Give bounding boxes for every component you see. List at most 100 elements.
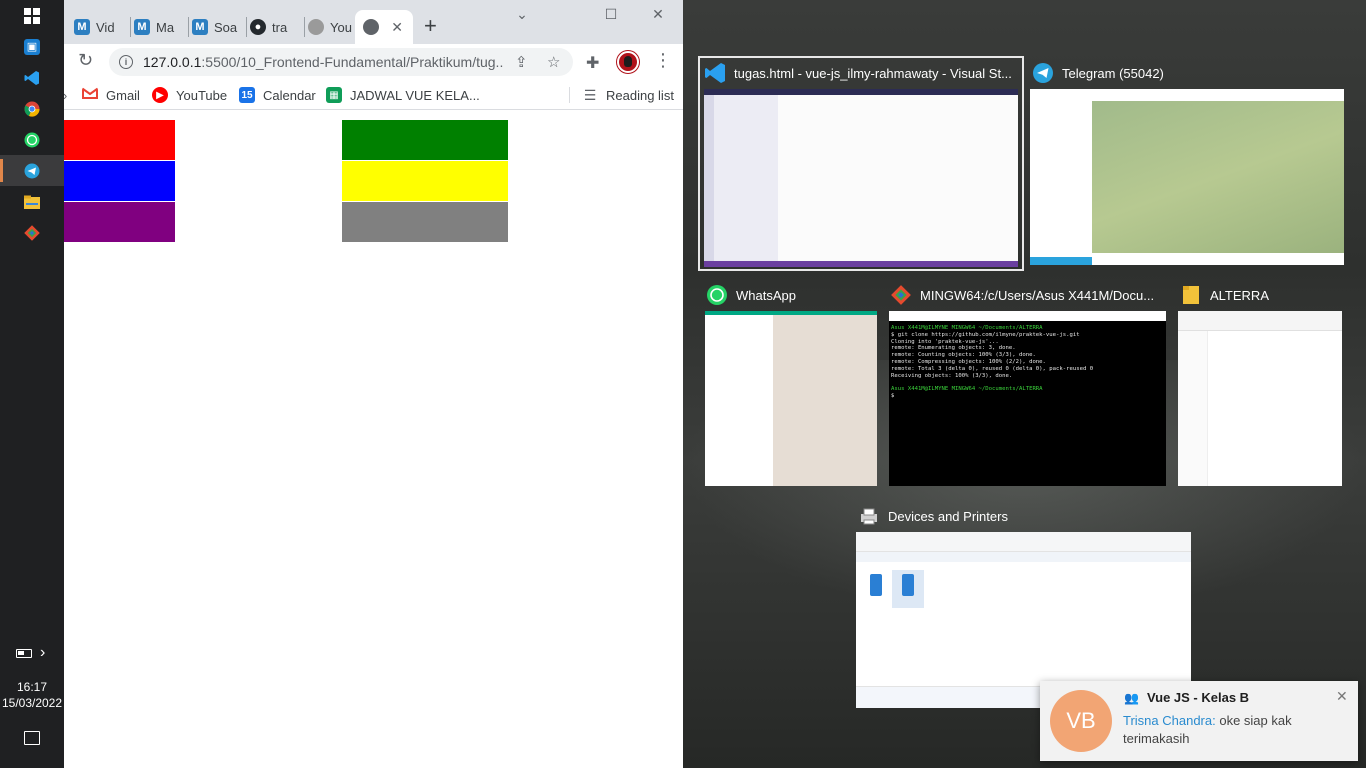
- globe-icon: [363, 19, 379, 35]
- bookmark-calendar[interactable]: 15 Calendar: [239, 85, 316, 105]
- clock-time: 16:17: [16, 680, 48, 694]
- bookmark-label: Gmail: [106, 87, 140, 103]
- clock-date: 15/03/2022: [1, 696, 63, 710]
- chevron-right-icon[interactable]: ›: [40, 644, 45, 662]
- address-bar[interactable]: i 127.0.0.1:5500/10_Frontend-Fundamental…: [109, 48, 573, 76]
- chrome-window: M Vid M Ma M Soa ● tra You ✕ + ⌄ ☐ ✕ ↻ i…: [64, 0, 683, 768]
- sheets-icon: ▦: [326, 87, 342, 103]
- tab-separator: [130, 17, 131, 37]
- windows-icon: [24, 7, 40, 24]
- url-path: :5500/10_Frontend-Fundamental/Praktikum/…: [201, 54, 503, 70]
- maximize-button[interactable]: ☐: [588, 6, 634, 23]
- bookmark-jadwal[interactable]: ▦ JADWAL VUE KELA...: [326, 85, 480, 105]
- taskbar-git[interactable]: [0, 217, 64, 248]
- url-text[interactable]: 127.0.0.1:5500/10_Frontend-Fundamental/P…: [143, 54, 503, 70]
- contact-card-icon: ▣: [24, 38, 40, 55]
- tab-vid[interactable]: M Vid: [74, 10, 126, 44]
- task-view-title-alterra: ALTERRA: [1180, 283, 1342, 307]
- reading-list[interactable]: ☰ Reading list: [582, 85, 674, 105]
- task-view-title-whatsapp: WhatsApp: [706, 283, 878, 307]
- window-title: MINGW64:/c/Users/Asus X441M/Docu...: [920, 287, 1155, 303]
- notification-body: Trisna Chandra: oke siap kak terimakasih: [1123, 712, 1333, 748]
- tab-soa[interactable]: M Soa: [192, 10, 246, 44]
- tab-label: tra: [272, 19, 288, 35]
- folder-icon: [24, 195, 40, 209]
- browser-toolbar: ↻ i 127.0.0.1:5500/10_Frontend-Fundament…: [64, 44, 683, 80]
- taskbar: ▣ › 16:17 15/03/2022: [0, 0, 64, 768]
- taskbar-telegram[interactable]: [0, 155, 64, 186]
- terminal-line: Asus X441M@ILMYNE MINGW64 ~/Documents/AL…: [891, 325, 1043, 331]
- bookmark-youtube[interactable]: ▶ YouTube: [152, 85, 227, 105]
- bookmark-label: JADWAL VUE KELA...: [350, 87, 480, 103]
- git-bash-icon: [891, 285, 911, 305]
- profile-avatar[interactable]: [617, 51, 639, 73]
- whatsapp-icon: [707, 285, 727, 305]
- page-viewport: [64, 111, 683, 768]
- chrome-icon: [24, 101, 40, 117]
- bookmark-separator: [569, 87, 570, 103]
- taskbar-file-explorer[interactable]: [0, 186, 64, 217]
- notification-sender: Trisna Chandra:: [1123, 713, 1216, 728]
- tab-separator: [304, 17, 305, 37]
- color-box-yellow: [342, 161, 508, 201]
- github-icon: ●: [250, 19, 266, 35]
- close-icon[interactable]: ✕: [1336, 688, 1348, 705]
- bookmarks-bar: » Gmail ▶ YouTube 15 Calendar ▦ JADWAL V…: [64, 80, 683, 110]
- tab-you[interactable]: You: [308, 10, 356, 44]
- task-view-title-git-bash: MINGW64:/c/Users/Asus X441M/Docu...: [890, 283, 1166, 307]
- window-title: Telegram (55042): [1062, 65, 1164, 81]
- taskbar-contacts-app[interactable]: ▣: [0, 31, 64, 62]
- telegram-icon: [24, 163, 40, 178]
- menu-icon[interactable]: ⋮: [654, 51, 672, 69]
- terminal-output: Asus X441M@ILMYNE MINGW64 ~/Documents/AL…: [891, 325, 1164, 400]
- url-host: 127.0.0.1: [143, 54, 202, 70]
- thumbnail-whatsapp[interactable]: [705, 311, 877, 486]
- tab-github[interactable]: ● tra: [250, 10, 302, 44]
- terminal-line: Asus X441M@ILMYNE MINGW64 ~/Documents/AL…: [891, 386, 1043, 393]
- start-button[interactable]: [0, 0, 64, 31]
- tab-active[interactable]: ✕: [355, 10, 413, 44]
- action-center-icon[interactable]: [24, 731, 40, 745]
- thumbnail-git-bash[interactable]: Asus X441M@ILMYNE MINGW64 ~/Documents/AL…: [889, 311, 1166, 486]
- youtube-icon: ▶: [152, 87, 168, 103]
- close-tab-icon[interactable]: ✕: [391, 19, 403, 36]
- terminal-line: remote: Enumerating objects: 3, done.: [891, 345, 1016, 352]
- thumbnail-explorer[interactable]: [1178, 311, 1342, 486]
- color-box-purple: [64, 202, 175, 242]
- bookmark-gmail[interactable]: Gmail: [82, 85, 140, 105]
- avatar: VB: [1050, 690, 1112, 752]
- reload-icon[interactable]: ↻: [78, 50, 93, 71]
- tab-ma[interactable]: M Ma: [134, 10, 186, 44]
- notification-title: 👥 Vue JS - Kelas B: [1124, 690, 1249, 705]
- minimize-button[interactable]: ⌄: [499, 6, 545, 23]
- battery-icon[interactable]: [16, 649, 32, 658]
- vscode-icon: [24, 70, 39, 85]
- clock[interactable]: 16:17 15/03/2022: [0, 679, 64, 711]
- extensions-icon[interactable]: ✚: [586, 53, 599, 73]
- task-view-title-telegram: Telegram (55042): [1032, 61, 1344, 85]
- taskbar-chrome[interactable]: [0, 93, 64, 124]
- thumbnail-vscode: [704, 89, 1018, 267]
- tab-separator: [188, 17, 189, 37]
- bookmarks-overflow-icon[interactable]: »: [64, 85, 67, 105]
- share-icon[interactable]: ⇪: [515, 53, 528, 71]
- terminal-line: remote: Counting objects: 100% (3/3), do…: [891, 352, 1036, 359]
- m-icon: M: [74, 19, 90, 35]
- tab-label: Ma: [156, 19, 175, 35]
- reading-list-label: Reading list: [606, 87, 674, 103]
- tab-label: Soa: [214, 19, 238, 35]
- info-icon[interactable]: i: [119, 55, 133, 69]
- window-title: WhatsApp: [736, 287, 796, 303]
- taskbar-vscode[interactable]: [0, 62, 64, 93]
- close-window-button[interactable]: ✕: [635, 6, 681, 23]
- gmail-icon: [82, 87, 98, 99]
- tab-separator: [246, 17, 247, 37]
- star-icon[interactable]: ☆: [547, 53, 560, 71]
- new-tab-button[interactable]: +: [424, 14, 437, 38]
- group-icon: 👥: [1124, 690, 1139, 705]
- taskbar-whatsapp[interactable]: [0, 124, 64, 155]
- notification-toast[interactable]: VB 👥 Vue JS - Kelas B ✕ Trisna Chandra: …: [1040, 681, 1358, 761]
- git-icon: [24, 224, 40, 241]
- thumbnail-telegram[interactable]: [1030, 89, 1344, 265]
